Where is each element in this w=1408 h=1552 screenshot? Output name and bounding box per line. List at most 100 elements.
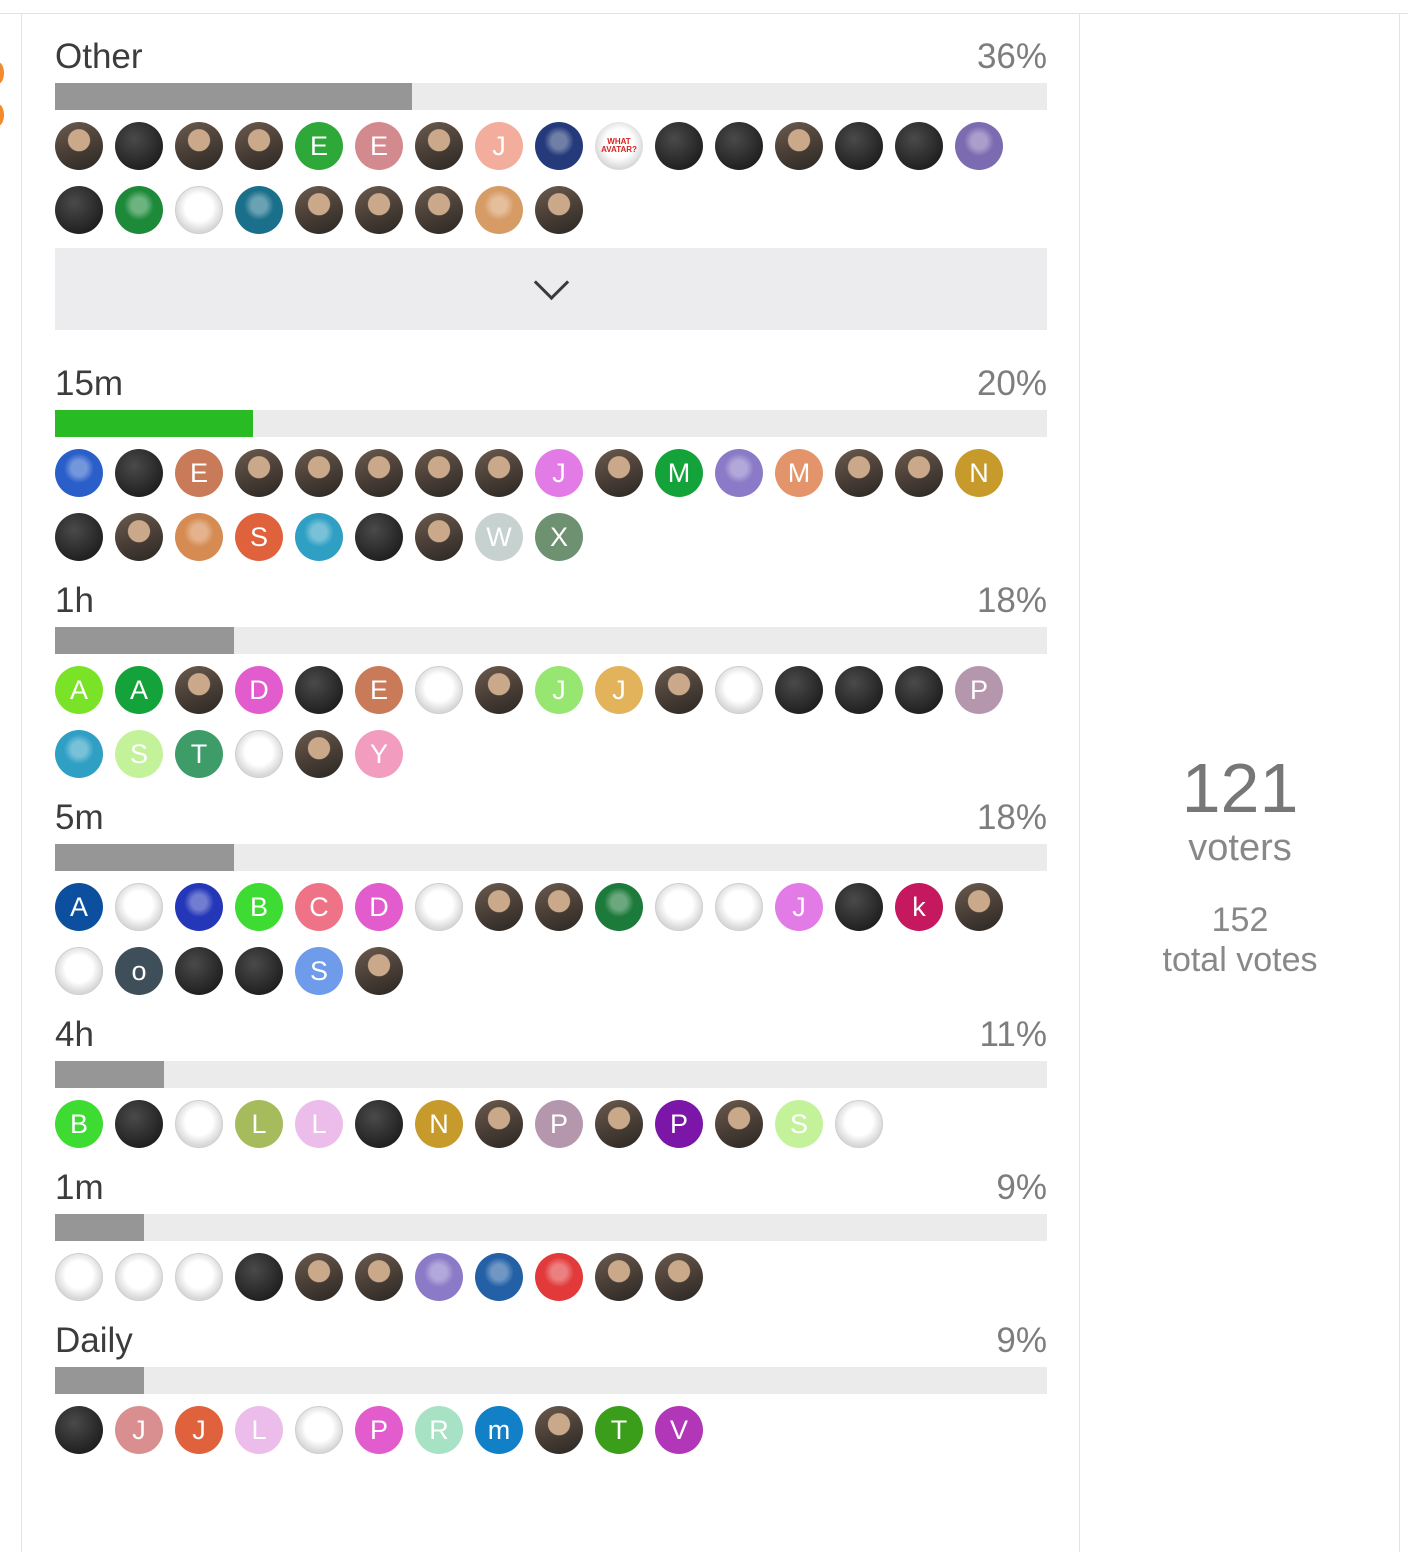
voter-avatar[interactable]	[295, 513, 343, 561]
voter-avatar[interactable]: D	[235, 666, 283, 714]
voter-avatar[interactable]	[595, 1253, 643, 1301]
voter-avatar[interactable]	[355, 186, 403, 234]
voter-avatar[interactable]	[55, 449, 103, 497]
voter-avatar[interactable]	[775, 122, 823, 170]
voter-avatar[interactable]: J	[475, 122, 523, 170]
voter-avatar[interactable]	[475, 449, 523, 497]
voter-avatar[interactable]	[115, 1253, 163, 1301]
voter-avatar[interactable]: M	[655, 449, 703, 497]
voter-avatar[interactable]	[175, 122, 223, 170]
voter-avatar[interactable]: m	[475, 1406, 523, 1454]
voter-avatar[interactable]	[55, 1253, 103, 1301]
voter-avatar[interactable]	[235, 449, 283, 497]
voter-avatar[interactable]	[715, 666, 763, 714]
voter-avatar[interactable]: J	[175, 1406, 223, 1454]
voter-avatar[interactable]	[235, 122, 283, 170]
voter-avatar[interactable]	[355, 947, 403, 995]
voter-avatar[interactable]	[655, 122, 703, 170]
voter-avatar[interactable]: M	[775, 449, 823, 497]
voter-avatar[interactable]	[535, 186, 583, 234]
voter-avatar[interactable]: T	[595, 1406, 643, 1454]
voter-avatar[interactable]: P	[955, 666, 1003, 714]
voter-avatar[interactable]	[775, 666, 823, 714]
voter-avatar[interactable]: J	[535, 449, 583, 497]
voter-avatar[interactable]	[295, 1406, 343, 1454]
voter-avatar[interactable]: Y	[355, 730, 403, 778]
voter-avatar[interactable]	[475, 1253, 523, 1301]
voter-avatar[interactable]	[595, 883, 643, 931]
voter-avatar[interactable]	[895, 122, 943, 170]
voter-avatar[interactable]	[115, 449, 163, 497]
voter-avatar[interactable]	[535, 1253, 583, 1301]
voter-avatar[interactable]	[595, 1100, 643, 1148]
voter-avatar[interactable]: N	[955, 449, 1003, 497]
voter-avatar[interactable]	[55, 947, 103, 995]
voter-avatar[interactable]	[715, 1100, 763, 1148]
voter-avatar[interactable]: N	[415, 1100, 463, 1148]
voter-avatar[interactable]: X	[535, 513, 583, 561]
voter-avatar[interactable]	[175, 947, 223, 995]
voter-avatar[interactable]: S	[115, 730, 163, 778]
voter-avatar[interactable]: J	[775, 883, 823, 931]
voter-avatar[interactable]: L	[235, 1100, 283, 1148]
voter-avatar[interactable]: E	[355, 666, 403, 714]
voter-avatar[interactable]	[835, 449, 883, 497]
voter-avatar[interactable]	[415, 1253, 463, 1301]
voter-avatar[interactable]	[295, 730, 343, 778]
voter-avatar[interactable]	[235, 186, 283, 234]
voter-avatar[interactable]	[535, 122, 583, 170]
voter-avatar[interactable]	[295, 449, 343, 497]
voter-avatar[interactable]	[955, 122, 1003, 170]
show-more-voters-button[interactable]	[55, 248, 1047, 330]
voter-avatar[interactable]	[715, 449, 763, 497]
voter-avatar[interactable]: V	[655, 1406, 703, 1454]
voter-avatar[interactable]	[115, 513, 163, 561]
voter-avatar[interactable]	[415, 186, 463, 234]
voter-avatar[interactable]	[475, 186, 523, 234]
voter-avatar[interactable]	[535, 883, 583, 931]
voter-avatar[interactable]	[175, 883, 223, 931]
voter-avatar[interactable]: o	[115, 947, 163, 995]
voter-avatar[interactable]	[835, 122, 883, 170]
voter-avatar[interactable]: k	[895, 883, 943, 931]
voter-avatar[interactable]: B	[235, 883, 283, 931]
voter-avatar[interactable]	[475, 1100, 523, 1148]
voter-avatar[interactable]	[595, 449, 643, 497]
voter-avatar[interactable]	[415, 449, 463, 497]
voter-avatar[interactable]	[895, 666, 943, 714]
voter-avatar[interactable]: J	[115, 1406, 163, 1454]
voter-avatar[interactable]	[55, 1406, 103, 1454]
voter-avatar[interactable]: T	[175, 730, 223, 778]
voter-avatar[interactable]: E	[175, 449, 223, 497]
voter-avatar[interactable]: P	[535, 1100, 583, 1148]
voter-avatar[interactable]	[835, 1100, 883, 1148]
voter-avatar[interactable]	[115, 1100, 163, 1148]
voter-avatar[interactable]	[175, 1253, 223, 1301]
voter-avatar[interactable]	[655, 1253, 703, 1301]
voter-avatar[interactable]	[115, 883, 163, 931]
voter-avatar[interactable]: WHAT AVATAR?	[595, 122, 643, 170]
voter-avatar[interactable]: P	[655, 1100, 703, 1148]
voter-avatar[interactable]	[415, 883, 463, 931]
voter-avatar[interactable]: E	[295, 122, 343, 170]
voter-avatar[interactable]	[835, 883, 883, 931]
voter-avatar[interactable]	[415, 666, 463, 714]
voter-avatar[interactable]	[55, 730, 103, 778]
voter-avatar[interactable]: S	[295, 947, 343, 995]
voter-avatar[interactable]	[355, 1100, 403, 1148]
voter-avatar[interactable]: E	[355, 122, 403, 170]
voter-avatar[interactable]	[175, 1100, 223, 1148]
voter-avatar[interactable]	[115, 122, 163, 170]
voter-avatar[interactable]	[655, 666, 703, 714]
voter-avatar[interactable]: A	[115, 666, 163, 714]
voter-avatar[interactable]: L	[235, 1406, 283, 1454]
voter-avatar[interactable]	[355, 1253, 403, 1301]
voter-avatar[interactable]	[115, 186, 163, 234]
voter-avatar[interactable]	[295, 1253, 343, 1301]
voter-avatar[interactable]	[715, 122, 763, 170]
voter-avatar[interactable]	[295, 186, 343, 234]
voter-avatar[interactable]: A	[55, 883, 103, 931]
voter-avatar[interactable]: W	[475, 513, 523, 561]
voter-avatar[interactable]: B	[55, 1100, 103, 1148]
voter-avatar[interactable]: D	[355, 883, 403, 931]
